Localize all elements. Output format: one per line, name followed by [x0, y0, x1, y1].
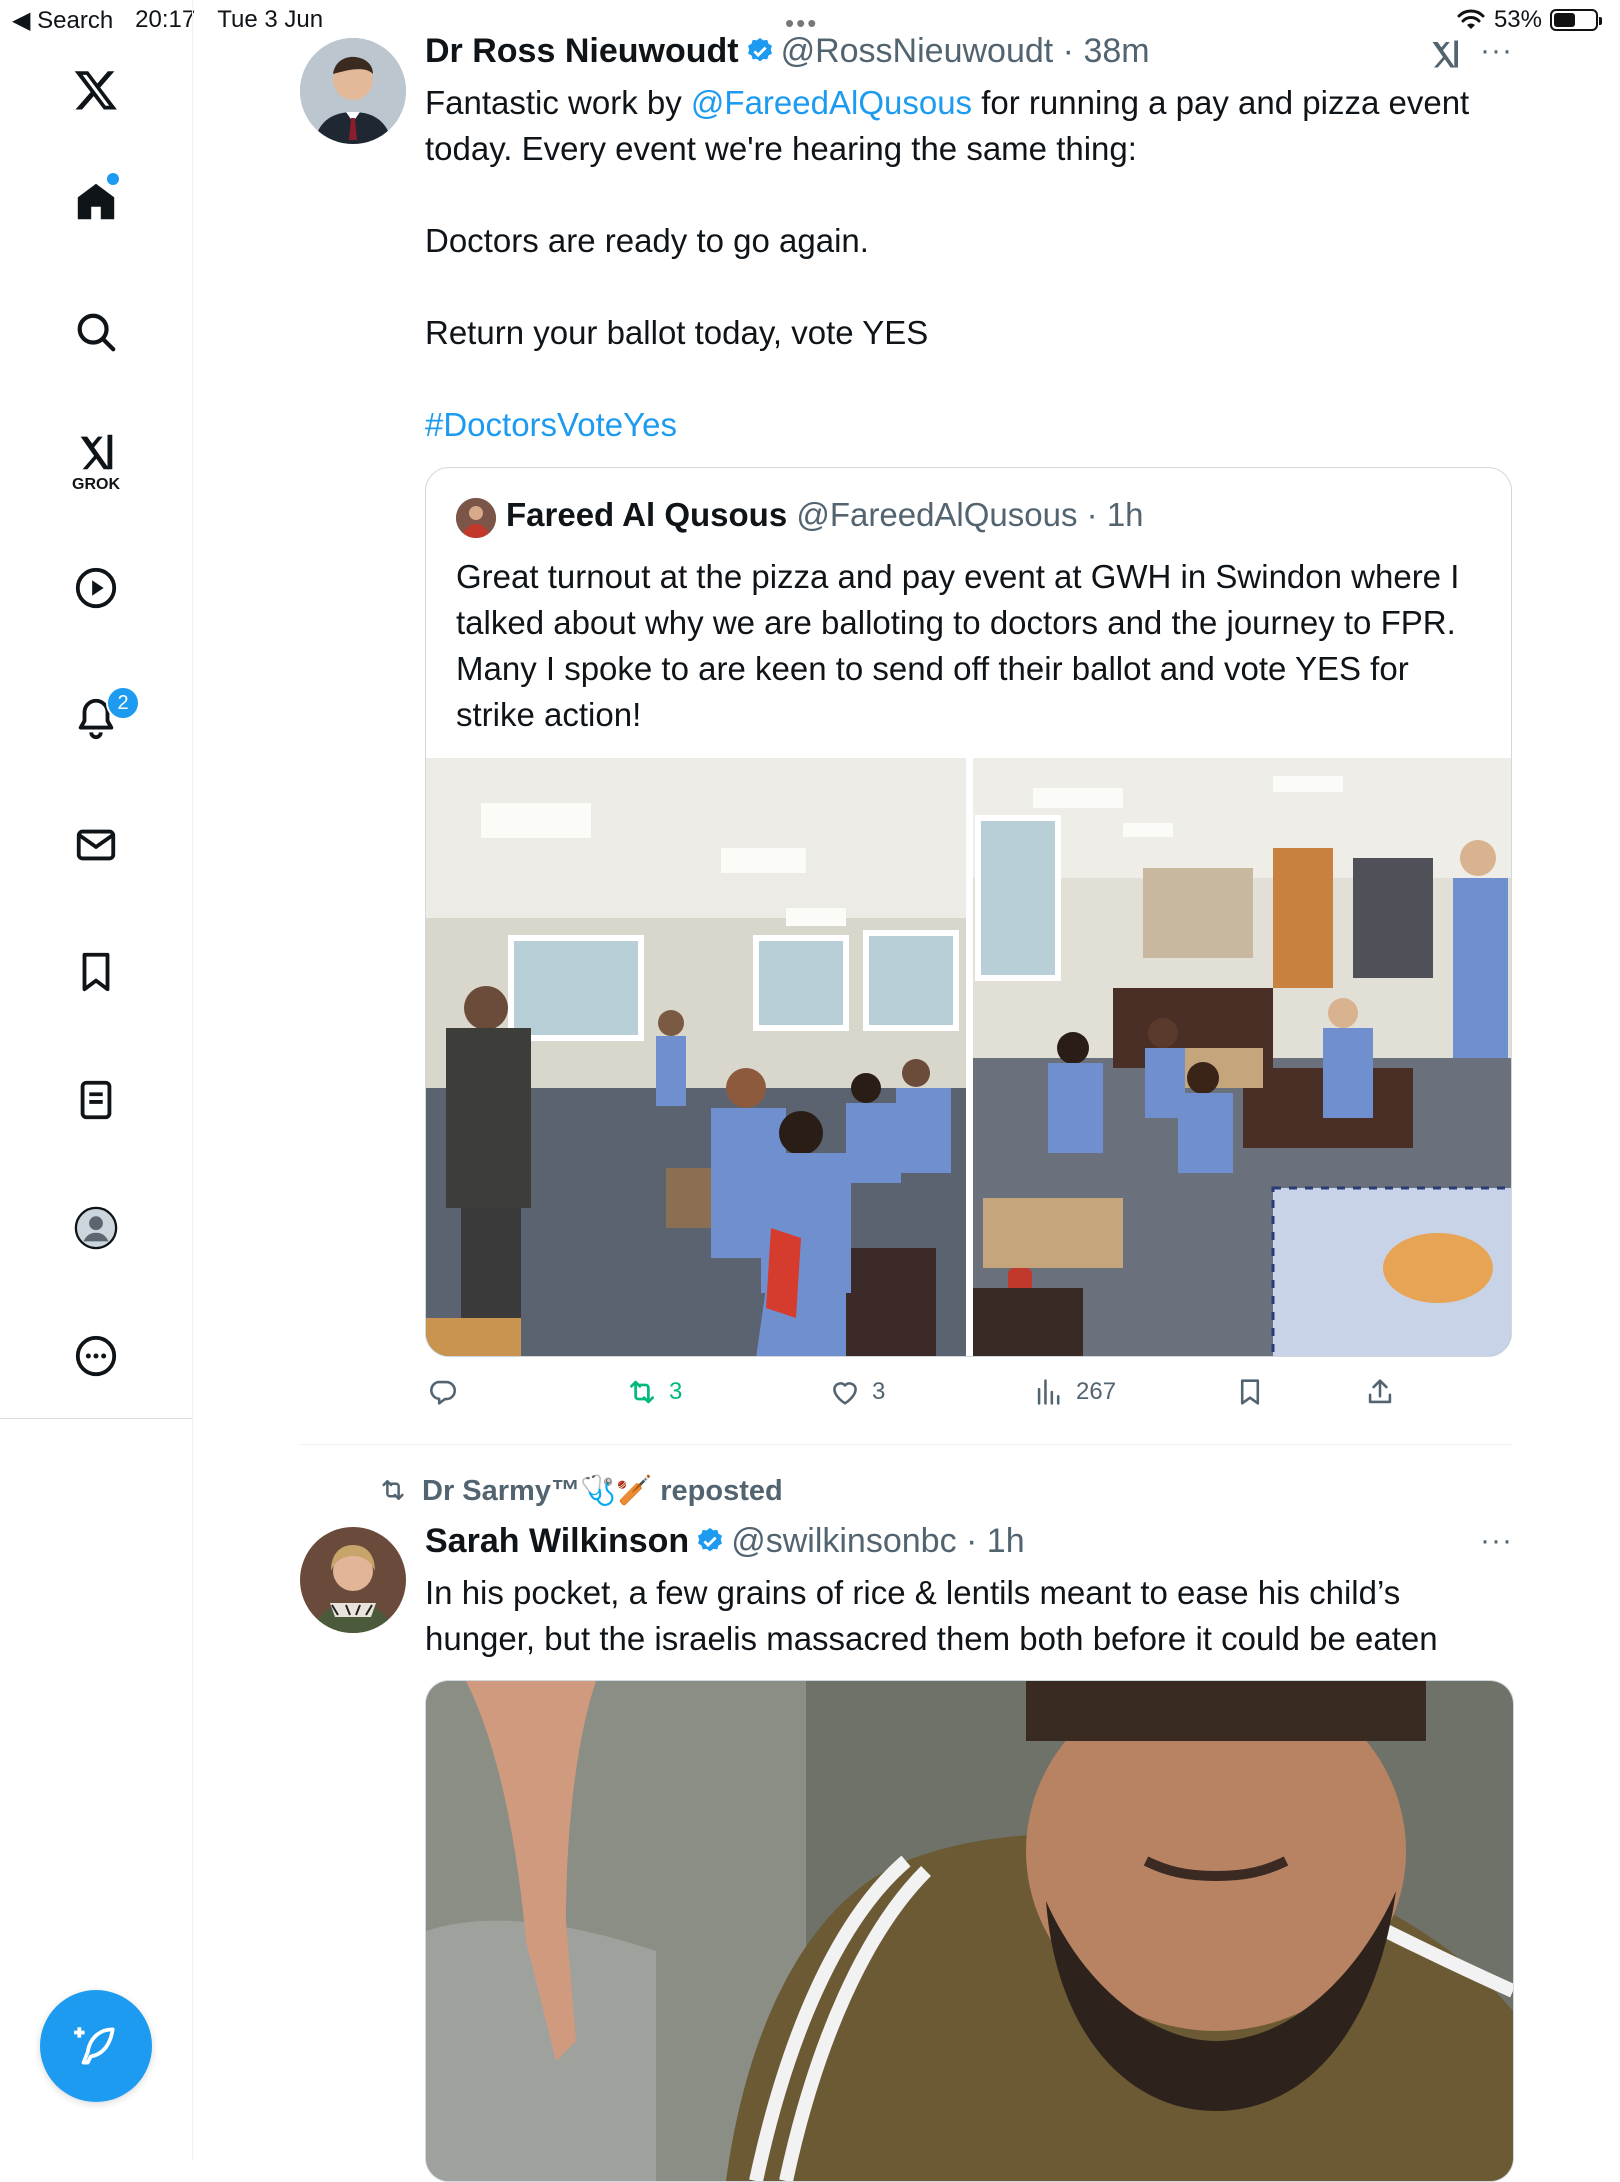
retweet-button[interactable]: 3	[625, 1375, 682, 1409]
tweet1-line3: Return your ballot today, vote YES	[425, 314, 929, 351]
quoted-tweet-card[interactable]: Fareed Al Qusous @FareedAlQusous · 1h Gr…	[425, 467, 1512, 1357]
sidebar-nav: GROK 2	[0, 0, 193, 2160]
sidebar-divider	[0, 1418, 192, 1419]
grok-explain-icon[interactable]	[1428, 36, 1464, 72]
battery-percent: 53%	[1493, 6, 1542, 33]
notifications-badge: 2	[106, 686, 140, 720]
views-chart-icon	[1037, 1379, 1060, 1405]
person-avatar-icon	[456, 498, 496, 538]
views-count: 267	[1076, 1378, 1117, 1405]
woman-portrait-icon	[300, 1527, 406, 1633]
views-button[interactable]: 267	[1032, 1375, 1116, 1409]
tweet2-video[interactable]	[425, 1680, 1514, 2182]
quote-header: Fareed Al Qusous @FareedAlQusous · 1h	[506, 496, 1144, 534]
repost-indicator[interactable]: Dr Sarmy™🩺🏏 reposted	[376, 1474, 783, 1508]
like-button[interactable]: 3	[828, 1375, 885, 1409]
bookmark-button[interactable]	[1233, 1375, 1267, 1409]
more-options-icon[interactable]	[66, 1326, 126, 1386]
dot-separator: ·	[1053, 32, 1084, 70]
verified-badge-icon	[698, 1527, 723, 1552]
tweet1-text: Fantastic work by @FareedAlQusous for ru…	[425, 80, 1515, 448]
tweet1-line2: Doctors are ready to go again.	[425, 222, 869, 259]
battery-icon	[1550, 9, 1602, 31]
share-button[interactable]	[1363, 1375, 1397, 1409]
doctors-common-room-photo	[973, 758, 1511, 1356]
home-unread-dot	[107, 173, 119, 185]
lists-icon[interactable]	[66, 1070, 126, 1130]
tweet1-author-avatar[interactable]	[300, 38, 406, 144]
verified-badge-icon	[747, 37, 772, 62]
dot-separator: ·	[1077, 496, 1107, 533]
retweet-icon	[630, 1380, 654, 1404]
reply-button[interactable]	[425, 1375, 459, 1409]
quote-author-avatar[interactable]	[456, 498, 496, 538]
dot-separator: ·	[956, 1522, 987, 1560]
wifi-icon	[1457, 9, 1485, 29]
messages-icon[interactable]	[66, 815, 126, 875]
compose-feather-icon	[74, 2027, 115, 2065]
tweet1-time[interactable]: 38m	[1083, 32, 1149, 70]
profile-avatar-icon[interactable]	[66, 1198, 126, 1258]
tweet2-text: In his pocket, a few grains of rice & le…	[425, 1574, 1438, 1657]
tweet2-time[interactable]: 1h	[987, 1522, 1025, 1560]
grok-icon[interactable]	[66, 422, 126, 482]
bookmark-icon	[1240, 1379, 1260, 1405]
bookmarks-icon[interactable]	[66, 942, 126, 1002]
tweet1-more-icon[interactable]: ···	[1480, 34, 1513, 68]
quote-handle[interactable]: @FareedAlQusous	[796, 496, 1077, 533]
tweet1-handle[interactable]: @RossNieuwoudt	[781, 32, 1054, 70]
retweet-count: 3	[669, 1378, 683, 1405]
tweet1-author-name[interactable]: Dr Ross Nieuwoudt	[425, 32, 739, 70]
man-portrait-icon	[300, 38, 406, 144]
quote-author-name[interactable]: Fareed Al Qusous	[506, 496, 787, 533]
video-icon[interactable]	[66, 558, 126, 618]
video-thumbnail	[426, 1681, 1513, 2181]
heart-icon	[833, 1382, 857, 1405]
tweet2-author-name[interactable]: Sarah Wilkinson	[425, 1522, 689, 1560]
battery-fill	[1554, 13, 1576, 27]
share-icon	[1368, 1379, 1392, 1404]
repost-icon	[382, 1480, 404, 1500]
tweet1-header: Dr Ross Nieuwoudt @RossNieuwoudt · 38m	[425, 32, 1150, 71]
like-count: 3	[872, 1378, 886, 1405]
x-logo-icon[interactable]	[66, 60, 126, 120]
compose-post-button[interactable]	[40, 1990, 152, 2102]
tweet1-hashtag-link[interactable]: #DoctorsVoteYes	[425, 402, 1515, 448]
tweet2-header: Sarah Wilkinson @swilkinsonbc · 1h	[425, 1522, 1025, 1561]
tweet2-handle[interactable]: @swilkinsonbc	[731, 1522, 956, 1560]
tweet1-mention-link[interactable]: @FareedAlQusous	[691, 84, 972, 121]
tweet2-author-avatar[interactable]	[300, 1527, 406, 1633]
quote-time[interactable]: 1h	[1107, 496, 1144, 533]
quote-photo-1[interactable]	[426, 758, 966, 1356]
reply-icon	[430, 1380, 456, 1405]
search-icon[interactable]	[66, 302, 126, 362]
tweet2-more-icon[interactable]: ···	[1480, 1524, 1513, 1558]
reposted-by-text: Dr Sarmy™🩺🏏 reposted	[422, 1475, 783, 1507]
quote-photo-2[interactable]	[973, 758, 1511, 1356]
grok-label: GROK	[72, 476, 120, 493]
doctors-meeting-photo	[426, 758, 966, 1356]
tweet1-text-part1: Fantastic work by	[425, 84, 691, 121]
status-date: Tue 3 Jun	[217, 6, 324, 33]
quote-text: Great turnout at the pizza and pay event…	[456, 558, 1460, 733]
tweet-separator	[300, 1444, 1512, 1445]
